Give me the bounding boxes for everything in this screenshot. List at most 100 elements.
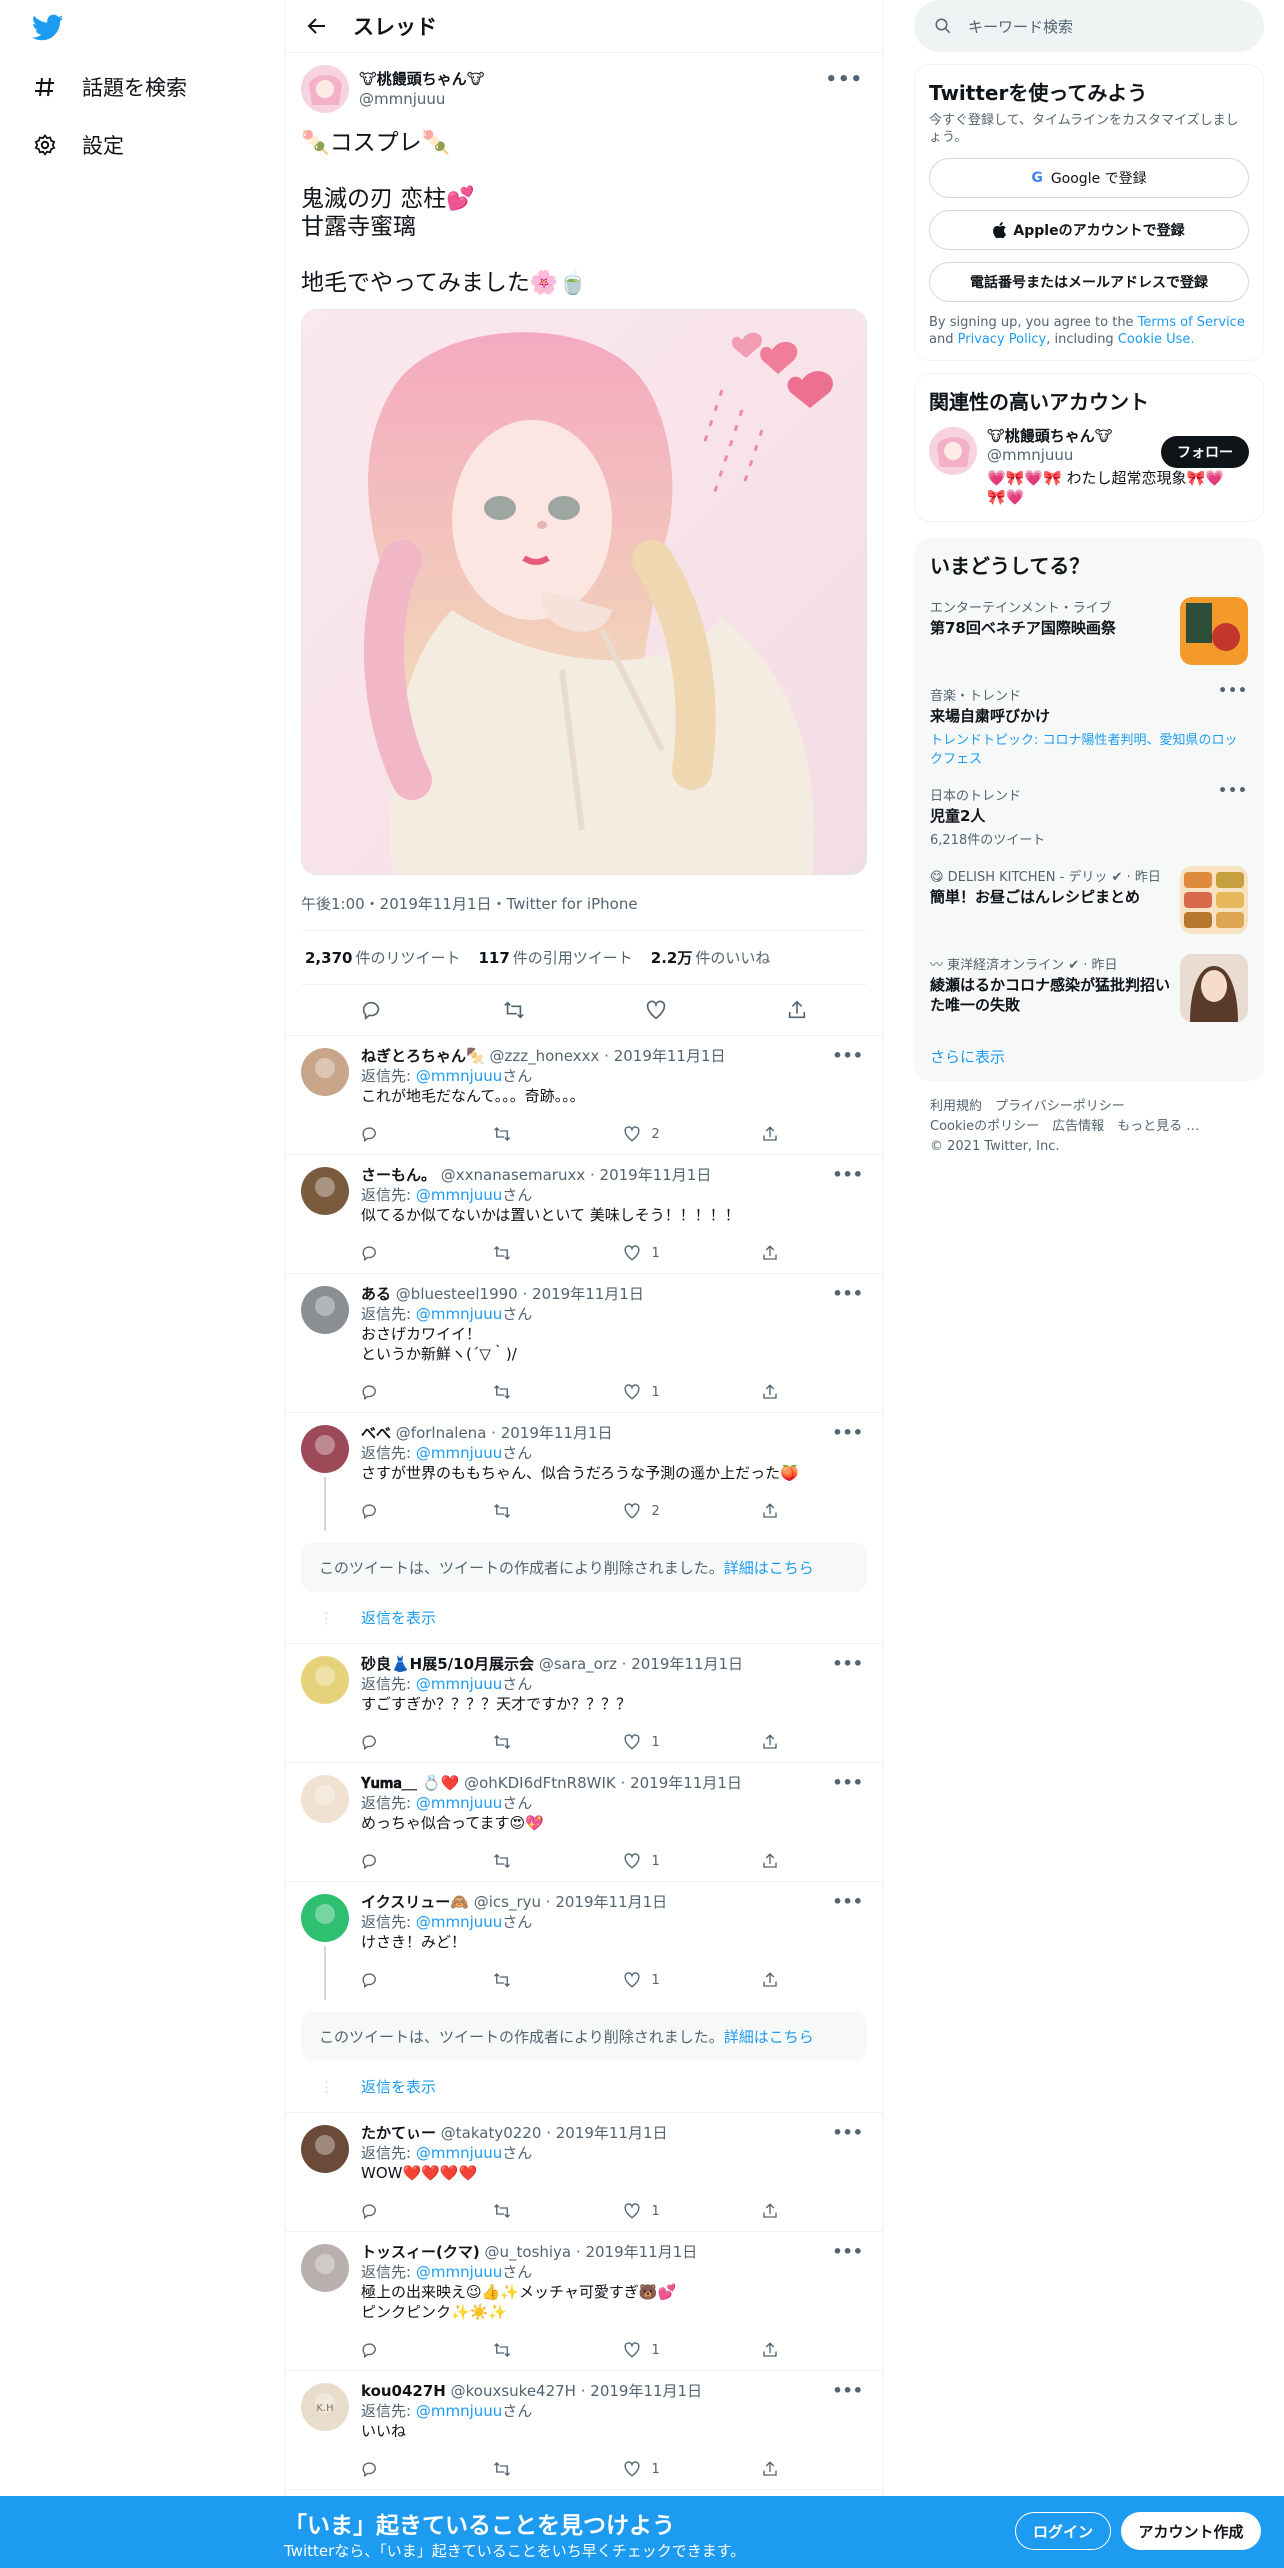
- trend-more-icon[interactable]: •••: [1218, 783, 1248, 799]
- reply-date[interactable]: 2019年11月1日: [555, 1893, 667, 1911]
- reply-date[interactable]: 2019年11月1日: [556, 2124, 668, 2142]
- reply-author-name[interactable]: 𝐘𝐮𝐦𝐚＿ 💍❤️: [361, 1774, 459, 1792]
- retweet-icon[interactable]: [492, 1733, 522, 1751]
- reply-author-name[interactable]: kou0427H: [361, 2382, 446, 2400]
- reply-icon[interactable]: [361, 1852, 391, 1870]
- retweet-count[interactable]: 2,370 件のリツイート: [305, 947, 460, 968]
- reply-author-name[interactable]: さーもん。: [361, 1166, 436, 1184]
- avatar[interactable]: [301, 2125, 349, 2173]
- reply-author-name[interactable]: トッスィー(クマ): [361, 2243, 480, 2261]
- reply-author-handle[interactable]: @forlnalena: [396, 1424, 487, 1442]
- reply-author-handle[interactable]: @takaty0220: [441, 2124, 542, 2142]
- retweet-icon[interactable]: [492, 1502, 522, 1520]
- apple-signup-button[interactable]: Appleのアカウントで登録: [929, 210, 1249, 250]
- more-options-icon[interactable]: •••: [832, 2381, 863, 2400]
- share-icon[interactable]: [761, 1852, 791, 1870]
- more-options-icon[interactable]: •••: [832, 1284, 863, 1303]
- reply-tweet[interactable]: ••• イクスリュー🙈 @ics_ryu · 2019年11月1日 返信先: @mm…: [285, 1882, 883, 2000]
- follow-button[interactable]: フォロー: [1161, 436, 1249, 468]
- reply-icon[interactable]: [361, 1502, 391, 1520]
- reply-tweet[interactable]: ••• ある @bluesteel1990 · 2019年11月1日 返信先: @m…: [285, 1274, 883, 1413]
- like-button[interactable]: 1: [623, 2341, 660, 2359]
- footer-links-row1[interactable]: 利用規約 プライバシーポリシー: [930, 1097, 1248, 1117]
- reply-author-handle[interactable]: @ohKDI6dFtnR8WIK: [464, 1774, 616, 1792]
- reply-author-name[interactable]: イクスリュー🙈: [361, 1893, 469, 1911]
- like-icon[interactable]: [645, 999, 667, 1021]
- reply-tweet[interactable]: ••• べべ @forlnalena · 2019年11月1日 返信先: @mmnj…: [285, 1413, 883, 1531]
- footer-links-row2[interactable]: Cookieのポリシー 広告情報 もっと見る …: [930, 1117, 1248, 1137]
- like-button[interactable]: 1: [623, 2202, 660, 2220]
- like-button[interactable]: 1: [623, 2460, 660, 2478]
- mention-link[interactable]: @mmnjuuu: [416, 1186, 502, 1204]
- avatar[interactable]: [301, 1048, 349, 1096]
- reply-author-handle[interactable]: @sara_orz: [539, 1655, 617, 1673]
- like-button[interactable]: 1: [623, 1244, 660, 1262]
- like-button[interactable]: 2: [623, 1502, 660, 1520]
- reply-tweet[interactable]: ••• 砂良👗H展5/10月展示会 @sara_orz · 2019年11月1日返…: [285, 1644, 883, 1763]
- reply-author-handle[interactable]: @u_toshiya: [485, 2243, 572, 2261]
- reply-date[interactable]: 2019年11月1日: [585, 2243, 697, 2261]
- avatar[interactable]: [301, 1775, 349, 1823]
- author-handle[interactable]: @mmnjuuu: [359, 89, 485, 109]
- share-icon[interactable]: [761, 1502, 791, 1520]
- tweet-photo[interactable]: [301, 309, 867, 875]
- share-icon[interactable]: [761, 2341, 791, 2359]
- mention-link[interactable]: @mmnjuuu: [416, 1067, 502, 1085]
- trend-item[interactable]: 音楽・トレンド 来場自粛呼びかけ トレンドトピック: コロナ陽性者判明、愛知県の…: [914, 679, 1264, 779]
- details-link[interactable]: 詳細はこちら: [724, 1559, 814, 1577]
- share-icon[interactable]: [761, 1971, 791, 1989]
- phone-email-signup-button[interactable]: 電話番号またはメールアドレスで登録: [929, 262, 1249, 302]
- reply-author-name[interactable]: べべ: [361, 1424, 391, 1442]
- twitter-logo-icon[interactable]: [32, 14, 64, 42]
- retweet-icon[interactable]: [492, 2202, 522, 2220]
- mention-link[interactable]: @mmnjuuu: [416, 1675, 502, 1693]
- reply-icon[interactable]: [361, 1733, 391, 1751]
- reply-icon[interactable]: [361, 1244, 391, 1262]
- share-icon[interactable]: [761, 1383, 791, 1401]
- reply-date[interactable]: 2019年11月1日: [630, 1774, 742, 1792]
- trend-more-icon[interactable]: •••: [1218, 683, 1248, 699]
- more-options-icon[interactable]: •••: [832, 1423, 863, 1442]
- more-options-icon[interactable]: •••: [832, 2242, 863, 2261]
- nav-settings[interactable]: 設定: [30, 120, 124, 170]
- reply-author-name[interactable]: ある: [361, 1285, 391, 1303]
- avatar[interactable]: [301, 1286, 349, 1334]
- avatar[interactable]: [301, 1167, 349, 1215]
- mention-link[interactable]: @mmnjuuu: [416, 1305, 502, 1323]
- reply-author-handle[interactable]: @zzz_honexxx: [489, 1047, 599, 1065]
- more-options-icon[interactable]: •••: [832, 1046, 863, 1065]
- share-icon[interactable]: [761, 1125, 791, 1143]
- details-link[interactable]: 詳細はこちら: [724, 2028, 814, 2046]
- reply-author-handle[interactable]: @ics_ryu: [474, 1893, 541, 1911]
- reply-author-name[interactable]: たかてぃー: [361, 2124, 436, 2142]
- mention-link[interactable]: @mmnjuuu: [416, 2144, 502, 2162]
- like-button[interactable]: 1: [623, 1733, 660, 1751]
- more-options-icon[interactable]: •••: [825, 69, 863, 90]
- like-count[interactable]: 2.2万 件のいいね: [651, 947, 771, 968]
- show-more-link[interactable]: さらに表示: [914, 1036, 1264, 1073]
- related-avatar[interactable]: [929, 427, 977, 475]
- reply-icon[interactable]: [361, 1383, 391, 1401]
- search-input[interactable]: キーワード検索: [914, 0, 1264, 52]
- signup-button[interactable]: アカウント作成: [1121, 2512, 1261, 2550]
- share-icon[interactable]: [761, 2460, 791, 2478]
- mention-link[interactable]: @mmnjuuu: [416, 1913, 502, 1931]
- reply-author-handle[interactable]: @bluesteel1990: [396, 1285, 518, 1303]
- reply-tweet[interactable]: ••• ねぎとろちゃん🍢 @zzz_honexxx · 2019年11月1日 返信先…: [285, 1036, 883, 1155]
- avatar[interactable]: [301, 65, 349, 113]
- author-name[interactable]: 🐮桃饅頭ちゃん🐮: [359, 69, 485, 89]
- more-options-icon[interactable]: •••: [832, 1654, 863, 1673]
- retweet-icon[interactable]: [492, 1383, 522, 1401]
- mention-link[interactable]: @mmnjuuu: [416, 1444, 502, 1462]
- like-button[interactable]: 1: [623, 1971, 660, 1989]
- retweet-icon[interactable]: [492, 1971, 522, 1989]
- show-replies-link[interactable]: ⋮ 返信を表示: [285, 2061, 883, 2113]
- trend-item[interactable]: エンターテインメント・ライブ 第78回ベネチア国際映画祭: [914, 591, 1264, 679]
- more-options-icon[interactable]: •••: [832, 1773, 863, 1792]
- like-button[interactable]: 1: [623, 1852, 660, 1870]
- retweet-icon[interactable]: [492, 1244, 522, 1262]
- share-icon[interactable]: [761, 2202, 791, 2220]
- nav-explore[interactable]: 話題を検索: [30, 62, 187, 112]
- retweet-icon[interactable]: [492, 1852, 522, 1870]
- more-options-icon[interactable]: •••: [832, 1165, 863, 1184]
